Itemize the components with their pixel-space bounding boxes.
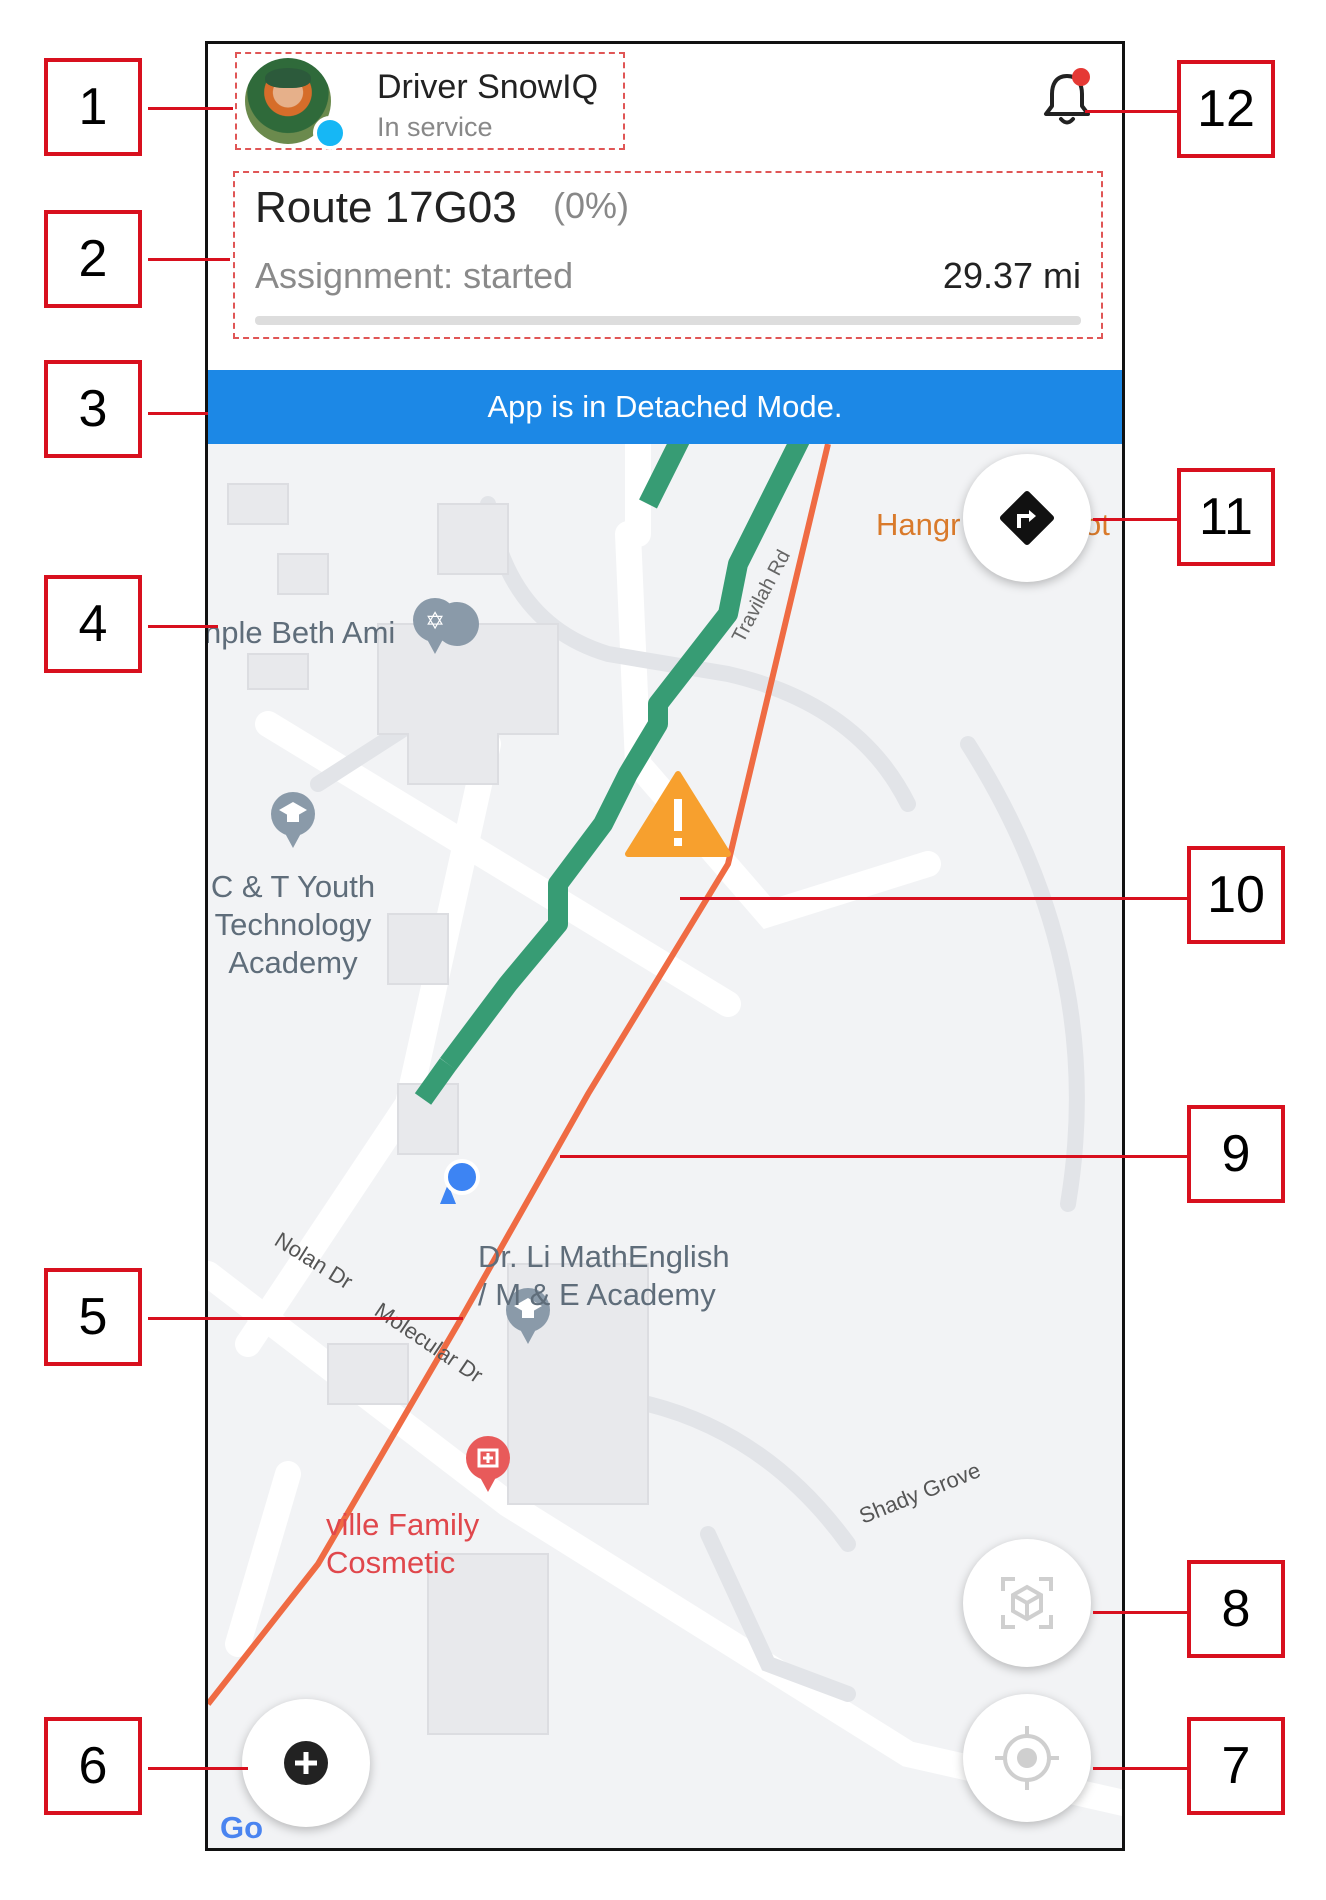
callout-9: 9 (1187, 1105, 1285, 1203)
callout-leader-8 (1093, 1611, 1187, 1614)
place-label-temple: nple Beth Ami (205, 615, 396, 650)
recenter-button[interactable] (963, 1694, 1091, 1822)
callout-leader-9 (560, 1155, 1187, 1158)
callout-8: 8 (1187, 1560, 1285, 1658)
app-header: Driver SnowIQ In service Route 17G03 (0%… (208, 44, 1122, 370)
assignment-status: Assignment: started (255, 255, 574, 296)
detached-mode-banner: App is in Detached Mode. (208, 370, 1122, 444)
cube-scan-icon (1001, 1577, 1053, 1629)
place-label-family: ville Family Cosmetic (326, 1507, 480, 1580)
callout-12: 12 (1177, 60, 1275, 158)
plus-circle-icon (284, 1741, 328, 1785)
callout-leader-4 (148, 625, 218, 628)
callout-leader-6 (148, 1767, 248, 1770)
place-label-math-academy: Dr. Li MathEnglish / M & E Academy (478, 1239, 730, 1312)
callout-1: 1 (44, 58, 142, 156)
svg-text:✡: ✡ (425, 607, 445, 635)
callout-4: 4 (44, 575, 142, 673)
callout-7: 7 (1187, 1717, 1285, 1815)
callout-leader-12 (1085, 110, 1177, 113)
notification-badge (1072, 68, 1090, 86)
route-progress-bar (255, 316, 1081, 325)
street-label-shady-grove: Shady Grove (856, 1457, 984, 1528)
callout-leader-11 (1093, 518, 1177, 521)
driver-name: Driver SnowIQ (377, 68, 599, 106)
callout-10: 10 (1187, 846, 1285, 944)
directions-button[interactable] (963, 454, 1091, 582)
phone-screen: Driver SnowIQ In service Route 17G03 (0%… (205, 41, 1125, 1851)
current-location-marker (440, 1159, 480, 1204)
school-pin-youth (271, 792, 315, 848)
directions-turn-icon (999, 490, 1055, 546)
callout-leader-1 (148, 107, 233, 110)
add-button[interactable] (242, 1699, 370, 1827)
online-status-dot (313, 116, 347, 150)
route-summary[interactable]: Route 17G03 (0%) Assignment: started 29.… (233, 171, 1103, 339)
driver-profile[interactable]: Driver SnowIQ In service (235, 52, 625, 150)
ar-scan-button[interactable] (963, 1539, 1091, 1667)
bell-icon[interactable] (1042, 68, 1092, 128)
callout-6: 6 (44, 1717, 142, 1815)
map-view[interactable]: ✡ Travilah Rd Nolan Dr Molecular Dr Shad… (205, 444, 1122, 1848)
route-distance: 29.37 mi (942, 255, 1081, 296)
callout-leader-7 (1093, 1767, 1187, 1770)
my-location-icon (995, 1726, 1059, 1790)
callout-3: 3 (44, 360, 142, 458)
route-title: Route 17G03 (255, 183, 517, 232)
route-progress-percent: (0%) (553, 185, 630, 226)
place-label-hangry: Hangr (876, 507, 961, 542)
callout-11: 11 (1177, 468, 1275, 566)
place-label-youth-academy: C & T Youth Technology Academy (210, 869, 376, 980)
callout-leader-3 (148, 412, 208, 415)
callout-leader-2 (148, 258, 230, 261)
callout-leader-10 (680, 897, 1187, 900)
callout-2: 2 (44, 210, 142, 308)
driver-status: In service (377, 112, 493, 142)
callout-leader-5 (148, 1317, 463, 1320)
callout-5: 5 (44, 1268, 142, 1366)
